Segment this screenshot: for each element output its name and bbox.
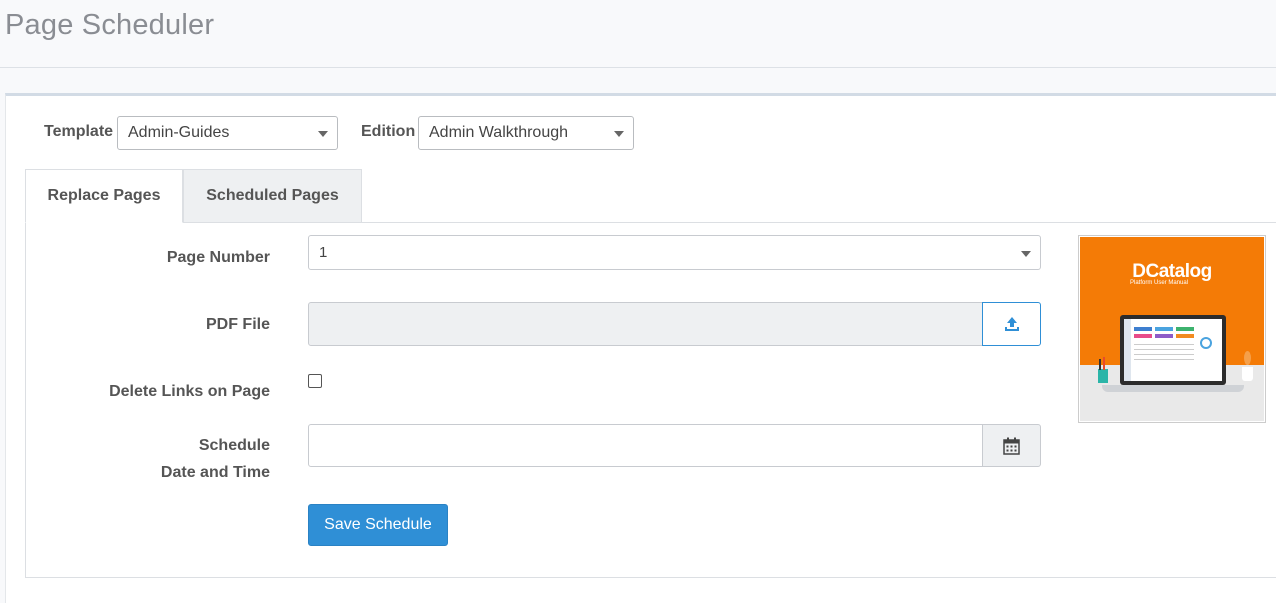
page-preview-image: DCatalog Platform User Manual xyxy=(1080,237,1264,421)
preview-laptop-screen xyxy=(1120,315,1226,385)
caret-down-icon xyxy=(1021,251,1031,257)
pdf-file-field xyxy=(308,302,984,346)
schedule-label-line2: Date and Time xyxy=(160,464,270,481)
calendar-icon xyxy=(1003,437,1020,455)
page-number-label: Page Number xyxy=(166,249,270,266)
template-label: Template xyxy=(44,123,114,140)
page-title: Page Scheduler xyxy=(5,9,215,41)
preview-laptop-base xyxy=(1102,385,1244,392)
upload-button[interactable] xyxy=(982,302,1041,346)
edition-label: Edition xyxy=(361,123,416,140)
upload-icon xyxy=(1004,317,1019,331)
delete-links-label: Delete Links on Page xyxy=(109,383,270,400)
tab-scheduled-pages[interactable]: Scheduled Pages xyxy=(183,169,362,223)
preview-brand-subtitle: Platform User Manual xyxy=(1130,280,1189,286)
preview-pen-cup xyxy=(1098,369,1108,383)
caret-down-icon xyxy=(318,131,328,137)
schedule-datetime-input[interactable] xyxy=(308,424,984,467)
template-select-value: Admin-Guides xyxy=(128,124,230,141)
page-header: Page Scheduler xyxy=(0,0,1276,68)
calendar-button[interactable] xyxy=(982,424,1041,467)
caret-down-icon xyxy=(614,131,624,137)
delete-links-checkbox[interactable] xyxy=(308,374,322,388)
tab-replace-pages[interactable]: Replace Pages xyxy=(25,169,183,223)
schedule-label: Schedule Date and Time xyxy=(161,432,270,486)
save-schedule-button[interactable]: Save Schedule xyxy=(308,504,448,546)
template-select[interactable]: Admin-Guides xyxy=(117,116,338,150)
edition-select-value: Admin Walkthrough xyxy=(429,124,569,141)
page-preview-thumbnail: DCatalog Platform User Manual xyxy=(1078,235,1266,423)
page-number-value: 1 xyxy=(319,244,328,261)
edition-select[interactable]: Admin Walkthrough xyxy=(418,116,634,150)
pdf-file-label: PDF File xyxy=(205,316,270,333)
page-number-select[interactable]: 1 xyxy=(308,235,1041,270)
preview-coffee-cup xyxy=(1242,367,1253,381)
schedule-label-line1: Schedule xyxy=(198,437,270,454)
